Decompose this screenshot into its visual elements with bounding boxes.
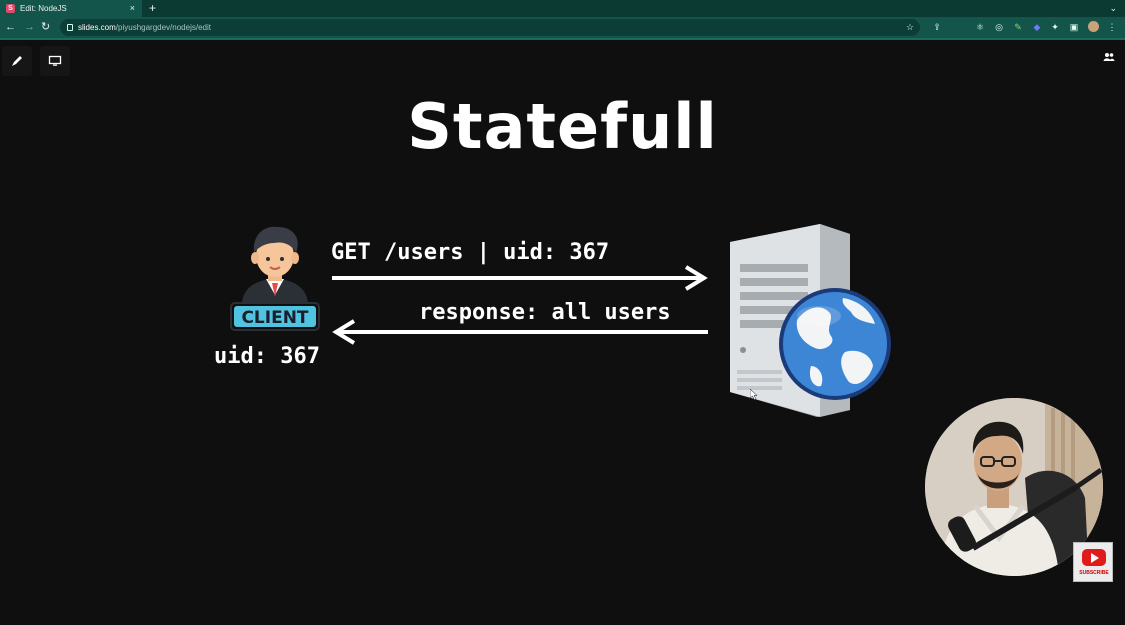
lock-icon: [67, 24, 73, 31]
new-tab-button[interactable]: +: [149, 0, 156, 16]
tab-title: Edit: NodeJS: [20, 4, 67, 13]
extension-react-icon[interactable]: ⚛: [975, 21, 985, 33]
extension-circle-icon[interactable]: ◎: [994, 21, 1004, 33]
slide-title: Statefull: [407, 90, 718, 163]
youtube-logo-icon: [1082, 549, 1106, 566]
bookmark-star-icon[interactable]: ☆: [906, 19, 914, 36]
url-path: /piyushgargdev/nodejs/edit: [115, 23, 211, 32]
request-label: GET /users | uid: 367: [331, 240, 610, 265]
collaborators-icon[interactable]: [1103, 52, 1115, 65]
browser-toolbar: ← → ↻ slides.com/piyushgargdev/nodejs/ed…: [0, 17, 1125, 38]
client-badge-label: CLIENT: [241, 308, 308, 328]
client-avatar: CLIENT: [228, 223, 322, 333]
response-arrow-icon: [332, 319, 708, 345]
side-panel-icon[interactable]: ▣: [1069, 21, 1079, 33]
address-bar[interactable]: slides.com/piyushgargdev/nodejs/edit ☆: [60, 19, 920, 36]
subscribe-label: SUBSCRIBE: [1079, 570, 1109, 576]
mouse-cursor-icon: [750, 389, 758, 400]
subscribe-button[interactable]: SUBSCRIBE: [1073, 542, 1113, 582]
back-icon[interactable]: ←: [5, 17, 16, 38]
present-screen-icon[interactable]: [40, 46, 70, 76]
extension-pen-icon[interactable]: ✎: [1013, 21, 1023, 33]
forward-icon[interactable]: →: [24, 17, 35, 38]
extensions-puzzle-icon[interactable]: ✦: [1050, 21, 1060, 33]
tab-search-icon[interactable]: ⌄: [1109, 0, 1117, 17]
reload-icon[interactable]: ↻: [41, 17, 50, 38]
url-host: slides.com: [78, 23, 116, 32]
draw-pen-icon[interactable]: [2, 46, 32, 76]
browser-menu-icon[interactable]: ⋮: [1107, 21, 1117, 33]
client-uid: uid: 367: [214, 344, 320, 369]
tab-bar: S Edit: NodeJS × + ⌄: [0, 0, 1125, 17]
profile-avatar[interactable]: [1088, 21, 1099, 32]
tab-active[interactable]: S Edit: NodeJS ×: [0, 0, 142, 17]
extension-diamond-icon[interactable]: ◆: [1032, 21, 1042, 33]
share-icon[interactable]: ⇪: [932, 21, 942, 33]
slides-favicon-icon: S: [6, 4, 15, 13]
tab-close-icon[interactable]: ×: [130, 0, 135, 17]
request-arrow-icon: [332, 265, 708, 291]
